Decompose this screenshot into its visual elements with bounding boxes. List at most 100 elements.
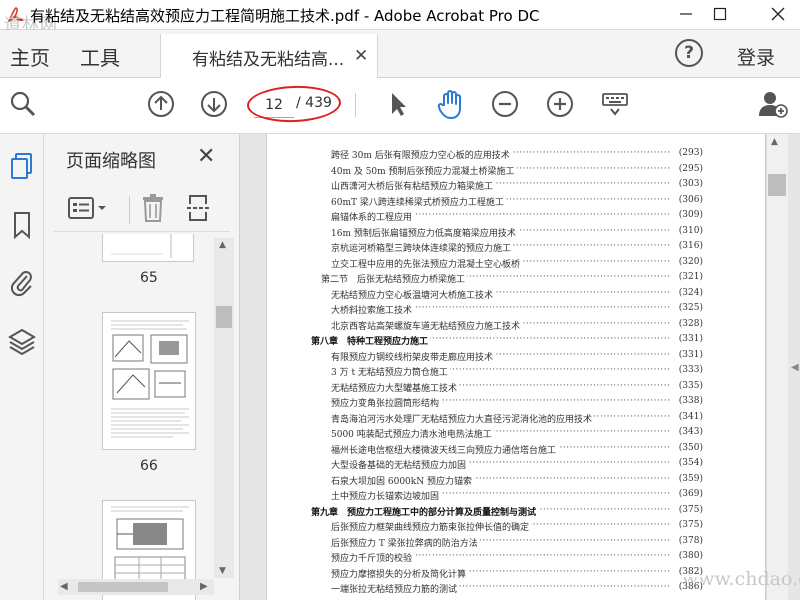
toc-entry-page: (325): [678, 303, 703, 313]
toc-entry[interactable]: ········································…: [331, 148, 703, 163]
tools-menu[interactable]: 工具: [80, 42, 120, 71]
toc-entry[interactable]: ········································…: [331, 241, 703, 256]
cursor-arrow-icon: [384, 90, 410, 122]
toc-entry[interactable]: ········································…: [331, 427, 703, 442]
plus-circle-icon: [546, 90, 574, 122]
toc-entry-title: 16m 预制后张扁锚预应力低高度箱梁应用技术: [331, 225, 518, 239]
toc-entry[interactable]: ········································…: [331, 551, 703, 566]
minimize-icon: [679, 6, 693, 25]
toc-entry[interactable]: ········································…: [311, 504, 703, 520]
toc-entry-page: (359): [678, 473, 703, 484]
toc-entry[interactable]: ········································…: [331, 318, 703, 334]
toc-entry-page: (338): [678, 396, 703, 406]
toc-entry[interactable]: ········································…: [331, 349, 703, 365]
toc-entry[interactable]: ········································…: [331, 380, 703, 396]
toc-entry[interactable]: ········································…: [331, 225, 703, 241]
toc-entry[interactable]: ········································…: [331, 520, 703, 535]
thumbnail-page-66[interactable]: [102, 312, 196, 450]
thumbnail-page-label: 65: [140, 270, 158, 286]
close-window-button[interactable]: [756, 0, 800, 30]
document-scrollbar[interactable]: [766, 134, 788, 600]
minus-circle-icon: [491, 90, 519, 122]
list-options-icon: [67, 195, 111, 225]
toc-entry-title: 一端张拉无粘结预应力筋的测试: [331, 582, 460, 595]
bookmarks-button[interactable]: [5, 210, 39, 244]
menu-bar: 主页 工具 有粘结及无粘结高... ✕ ? 登录: [0, 30, 800, 78]
toc-entry[interactable]: ········································…: [331, 473, 703, 489]
panel-close-icon[interactable]: ✕: [197, 144, 215, 169]
next-page-button[interactable]: [197, 89, 231, 123]
arrow-down-circle-icon: [200, 90, 228, 122]
toc-entry-title: 大桥斜拉索施工技术: [331, 303, 415, 316]
toc-entry[interactable]: ········································…: [331, 535, 703, 551]
zoom-out-button[interactable]: [488, 89, 522, 123]
toc-entry[interactable]: ········································…: [321, 272, 703, 287]
thumbnail-horizontal-scrollbar-thumb[interactable]: [78, 582, 168, 592]
scroll-up-arrow-icon[interactable]: ▲: [219, 240, 226, 250]
toc-entry-title: 40m 及 50m 预制后张预应力混凝土桥梁施工: [331, 163, 517, 177]
bookmark-icon: [11, 210, 33, 244]
toc-entry-page: (328): [678, 318, 703, 329]
toc-entry[interactable]: ········································…: [331, 396, 703, 411]
toc-entry-title: 北京西客站高架螺旋车道无粘结预应力施工技术: [331, 318, 523, 332]
side-panel-toggle-icon[interactable]: ◀: [791, 362, 799, 373]
toc-entry-page: (303): [678, 179, 703, 189]
toc-entry-page: (369): [678, 489, 703, 499]
select-tool-button[interactable]: [380, 89, 414, 123]
thumbnail-scrollbar[interactable]: [214, 238, 234, 578]
toc-entry[interactable]: ········································…: [331, 365, 703, 380]
zoom-in-button[interactable]: [543, 89, 577, 123]
previous-page-button[interactable]: [144, 89, 178, 123]
page-number-input[interactable]: 12: [254, 92, 294, 118]
delete-page-button[interactable]: [138, 194, 168, 226]
toc-entry[interactable]: ········································…: [331, 303, 703, 318]
toc-entry[interactable]: ········································…: [331, 442, 703, 458]
toc-entry[interactable]: ········································…: [331, 210, 703, 225]
doc-scroll-up-arrow-icon[interactable]: ▲: [771, 137, 778, 147]
tab-close-icon[interactable]: ✕: [354, 46, 368, 66]
maximize-button[interactable]: [698, 0, 742, 30]
window-title: 有粘结及无粘结高效预应力工程简明施工技术.pdf - Adobe Acrobat…: [30, 7, 540, 25]
toc-entry[interactable]: ········································…: [311, 334, 703, 349]
page-thumbnails-button[interactable]: [5, 152, 39, 186]
thumbnail-options-button[interactable]: [66, 194, 112, 226]
toc-entry[interactable]: ········································…: [331, 256, 703, 272]
scroll-right-arrow-icon[interactable]: ▶: [200, 581, 208, 592]
thumbnail-page-65[interactable]: [102, 234, 194, 262]
hand-tool-button[interactable]: [434, 89, 468, 123]
layers-button[interactable]: [5, 326, 39, 360]
toc-entry[interactable]: ········································…: [331, 194, 703, 210]
login-button[interactable]: 登录: [737, 43, 775, 70]
thumbnail-scrollbar-thumb[interactable]: [216, 306, 232, 328]
toc-entry-title: 福州长途电信枢纽大楼微波天线三向预应力通信塔台施工: [331, 442, 559, 456]
thumbnail-tools-divider: [129, 196, 130, 224]
share-user-button[interactable]: [756, 89, 790, 123]
toc-entry[interactable]: ········································…: [331, 179, 703, 194]
extract-pages-button[interactable]: [184, 194, 214, 226]
toc-entry-title: 无粘结预应力大型罐基施工技术: [331, 380, 460, 394]
toc-entry-page: (350): [678, 442, 703, 453]
paperclip-icon: [9, 267, 35, 301]
pages-icon: [9, 152, 35, 186]
toc-entry[interactable]: ········································…: [331, 458, 703, 473]
help-button[interactable]: ?: [675, 39, 703, 67]
toc-entry-page: (295): [678, 163, 703, 174]
toc-entry[interactable]: ········································…: [331, 582, 703, 597]
toc-entry-title: 后张预应力 T 梁张拉弊病的防治方法: [331, 535, 480, 549]
document-scrollbar-thumb[interactable]: [768, 174, 786, 196]
document-tab[interactable]: 有粘结及无粘结高... ✕: [160, 34, 378, 78]
zoom-search-button[interactable]: [6, 89, 40, 123]
home-menu[interactable]: 主页: [10, 42, 50, 71]
toc-entry-title: 有限预应力钢绞线桁架皮带走廊应用技术: [331, 349, 496, 363]
toc-entry[interactable]: ········································…: [331, 566, 703, 582]
toc-entry-title: 预应力摩擦损失的分析及简化计算: [331, 566, 469, 580]
scroll-down-arrow-icon[interactable]: ▼: [219, 566, 226, 576]
keyboard-shortcuts-button[interactable]: [598, 89, 632, 123]
toc-entry-title: 3 万 t 无粘结预应力筒仓施工: [331, 365, 450, 378]
attachments-button[interactable]: [5, 267, 39, 301]
toc-entry[interactable]: ········································…: [331, 287, 703, 303]
scroll-left-arrow-icon[interactable]: ◀: [60, 581, 68, 592]
toc-entry[interactable]: ········································…: [331, 163, 703, 179]
toc-entry[interactable]: ········································…: [331, 489, 703, 504]
toc-entry[interactable]: ········································…: [331, 411, 703, 427]
